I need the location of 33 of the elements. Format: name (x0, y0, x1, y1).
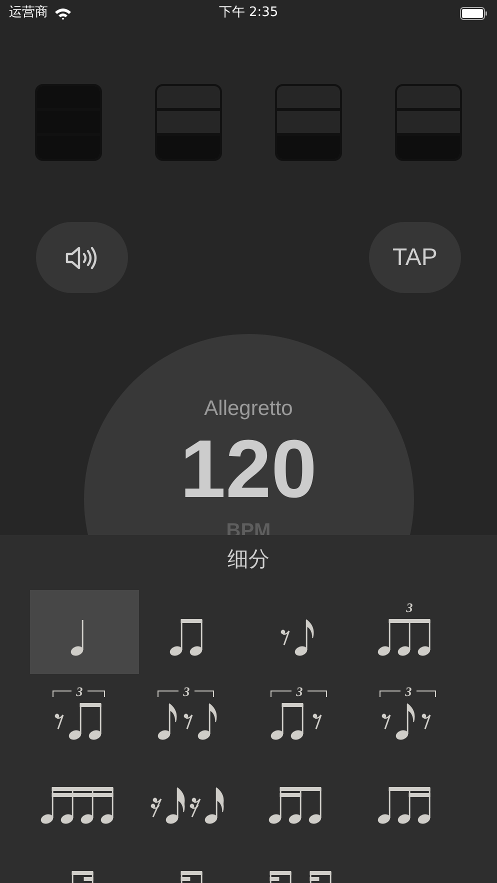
notes-icon (157, 704, 216, 740)
tempo-marking: Allegretto (204, 398, 293, 419)
tap-button[interactable]: TAP (369, 222, 461, 293)
clock-time: 下午 2:35 (218, 4, 278, 22)
notes-icon (377, 619, 430, 656)
notes-icon (54, 703, 101, 740)
notes-icon (169, 619, 202, 656)
notes-icon (180, 871, 202, 883)
subdivision-option[interactable]: 3 (248, 674, 357, 758)
notes-icon (150, 788, 224, 824)
sheet-title: 细分 (228, 549, 270, 570)
tuplet-number: 3 (406, 601, 412, 615)
speaker-icon (65, 244, 99, 270)
notes-icon (377, 787, 430, 824)
notes-icon (40, 787, 113, 824)
subdivision-option[interactable]: 3 (30, 674, 139, 758)
notes-icon (268, 787, 321, 824)
tuplet-number: 3 (296, 685, 302, 699)
tuplet-number: 3 (404, 685, 412, 699)
notes-icon (270, 703, 322, 740)
notes-icon (269, 871, 331, 883)
notes-icon (381, 704, 430, 740)
tuplet-number: 3 (182, 685, 190, 699)
bpm-value: 120 (180, 429, 317, 511)
notes-icon (280, 620, 314, 656)
notes-icon (71, 871, 93, 883)
subdivision-option[interactable]: 3 (357, 674, 466, 758)
carrier-name: 运营商 (9, 4, 48, 22)
notes-icon (70, 620, 83, 656)
wifi-icon (54, 6, 72, 20)
battery-icon (460, 6, 488, 20)
subdivision-option[interactable]: 3 (139, 674, 248, 758)
tuplet-number: 3 (76, 685, 82, 699)
